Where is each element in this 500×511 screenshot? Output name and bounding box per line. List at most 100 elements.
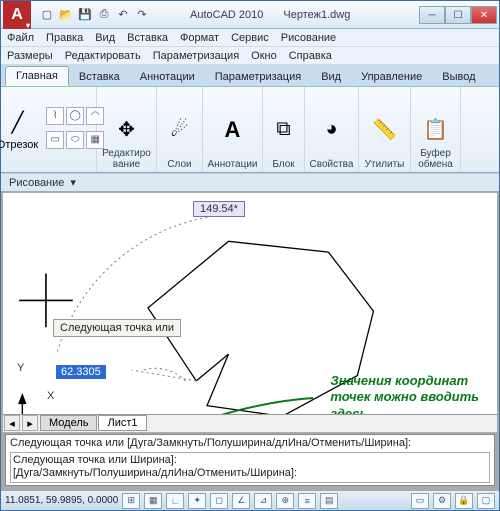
panel-annot-label: Аннотации [208,159,258,170]
draw-tools-grid: ⌇ ◯ ◠ ▭ ⬭ ▦ [46,107,104,153]
angle-readout: 149.54* [193,201,245,217]
menu-insert[interactable]: Вставка [127,32,168,44]
chevron-down-icon: ▾ [70,176,76,189]
polar-toggle[interactable]: ✦ [188,493,206,509]
doc-title: Чертеж1.dwg [283,9,350,21]
osnap-toggle[interactable]: ◻ [210,493,228,509]
qat-redo-icon[interactable]: ↷ [134,7,150,23]
panel-modify-label: Редактиро вание [102,148,151,170]
tab-model[interactable]: Модель [40,415,97,431]
clipboard-icon: 📋 [422,116,450,144]
close-button[interactable]: ✕ [471,6,497,24]
lock-icon[interactable]: 🔒 [455,493,473,509]
measure-button[interactable]: 📏 [367,114,403,146]
panel-layers: ☄ Слои [157,87,203,172]
ribbon: ╱ Отрезок ⌇ ◯ ◠ ▭ ⬭ ▦ ✥ Редактиро вание … [1,87,499,173]
drawing-area-wrap: 149.54* Следующая точка или 62.3305 Знач… [1,191,499,490]
tab-param[interactable]: Параметризация [205,68,311,86]
menu-tools[interactable]: Сервис [231,32,269,44]
status-coords: 11.0851, 59.9895, 0.0000 [5,495,118,506]
menu-format[interactable]: Формат [180,32,219,44]
drawing-canvas[interactable]: 149.54* Следующая точка или 62.3305 Знач… [3,193,497,414]
axis-y-label: Y [17,362,24,374]
model-toggle[interactable]: ▭ [411,493,429,509]
qat-print-icon[interactable]: ⎙ [96,7,112,23]
app-menu-button[interactable]: A [3,1,31,29]
tab-prev-icon[interactable]: ◂ [4,415,20,431]
block-button[interactable]: ⧉ [266,114,302,146]
tab-home[interactable]: Главная [5,66,69,86]
command-window[interactable]: Следующая точка или [Дуга/Замкнуть/Полуш… [5,434,495,486]
menu-window[interactable]: Окно [251,50,277,62]
length-readout[interactable]: 62.3305 [56,365,106,379]
menu-dim[interactable]: Размеры [7,50,53,62]
maximize-button[interactable]: ☐ [445,6,471,24]
circle-icon[interactable]: ◯ [66,107,84,125]
polyline-icon[interactable]: ⌇ [46,107,64,125]
text-button[interactable]: A [215,114,251,146]
line-label: Отрезок [0,139,38,151]
cmd-history-1: Следующая точка или [Дуга/Замкнуть/Полуш… [10,437,490,451]
paste-button[interactable]: 📋 [418,114,454,146]
tab-next-icon[interactable]: ▸ [22,415,38,431]
axis-x-label: X [47,390,54,402]
qat-open-icon[interactable]: 📂 [58,7,74,23]
lwt-toggle[interactable]: ≡ [298,493,316,509]
clean-screen-icon[interactable]: ▢ [477,493,495,509]
snap-toggle[interactable]: ⊞ [122,493,140,509]
dynamic-input-prompt[interactable]: Следующая точка или [53,319,181,337]
qat-save-icon[interactable]: 💾 [77,7,93,23]
minimize-button[interactable]: ─ [419,6,445,24]
qat-new-icon[interactable]: ▢ [39,7,55,23]
status-bar: 11.0851, 59.9895, 0.0000 ⊞ ▦ ∟ ✦ ◻ ∠ ⊿ ⊕… [1,490,499,510]
panel-block-label: Блок [272,159,294,170]
tab-insert[interactable]: Вставка [69,68,130,86]
menu-param[interactable]: Параметризация [153,50,239,62]
block-icon: ⧉ [270,116,298,144]
move-icon: ✥ [113,116,141,144]
cmd-options: [Дуга/Замкнуть/Полуширина/длИна/Отменить… [13,467,487,481]
ortho-toggle[interactable]: ∟ [166,493,184,509]
panel-clip: 📋 Буфер обмена [411,87,461,172]
draw-panel-dropdown[interactable]: Рисование ▾ [1,173,499,191]
panel-util: 📏 Утилиты [359,87,411,172]
menu-bar-1: Файл Правка Вид Вставка Формат Сервис Ри… [1,29,499,47]
tab-sheet1[interactable]: Лист1 [98,415,146,431]
panel-props-label: Свойства [310,159,354,170]
panel-util-label: Утилиты [365,159,405,170]
workspace-icon[interactable]: ⚙ [433,493,451,509]
tab-annot[interactable]: Аннотации [130,68,205,86]
tab-manage[interactable]: Управление [351,68,432,86]
menu-file[interactable]: Файл [7,32,34,44]
menu-edit[interactable]: Правка [46,32,83,44]
props-button[interactable]: ◕ [314,114,350,146]
line-icon: ╱ [4,109,32,137]
panel-layers-label: Слои [167,159,191,170]
menu-modify[interactable]: Редактировать [65,50,141,62]
tab-view[interactable]: Вид [311,68,351,86]
otrack-toggle[interactable]: ∠ [232,493,250,509]
menu-help[interactable]: Справка [289,50,332,62]
layers-icon: ☄ [166,116,194,144]
qat-undo-icon[interactable]: ↶ [115,7,131,23]
green-annotation: Значения координат точек можно вводить з… [330,373,479,414]
color-wheel-icon: ◕ [318,116,346,144]
app-title: AutoCAD 2010 [190,9,263,21]
grid-toggle[interactable]: ▦ [144,493,162,509]
ducs-toggle[interactable]: ⊿ [254,493,272,509]
line-button[interactable]: ╱ Отрезок [0,107,42,153]
menu-draw[interactable]: Рисование [281,32,336,44]
move-button[interactable]: ✥ [109,114,145,146]
tab-output[interactable]: Вывод [432,68,485,86]
panel-draw: ╱ Отрезок ⌇ ◯ ◠ ▭ ⬭ ▦ [1,87,97,172]
menu-bar-2: Размеры Редактировать Параметризация Окн… [1,47,499,65]
qp-toggle[interactable]: ▤ [320,493,338,509]
dyn-toggle[interactable]: ⊕ [276,493,294,509]
rect-icon[interactable]: ▭ [46,131,64,149]
quick-access-toolbar: ▢ 📂 💾 ⎙ ↶ ↷ [39,7,150,23]
menu-view[interactable]: Вид [95,32,115,44]
title-bar: A ▢ 📂 💾 ⎙ ↶ ↷ AutoCAD 2010 Чертеж1.dwg ─… [1,1,499,29]
layers-button[interactable]: ☄ [162,114,198,146]
layout-tabs: ◂ ▸ Модель Лист1 [3,414,497,432]
ellipse-icon[interactable]: ⬭ [66,131,84,149]
